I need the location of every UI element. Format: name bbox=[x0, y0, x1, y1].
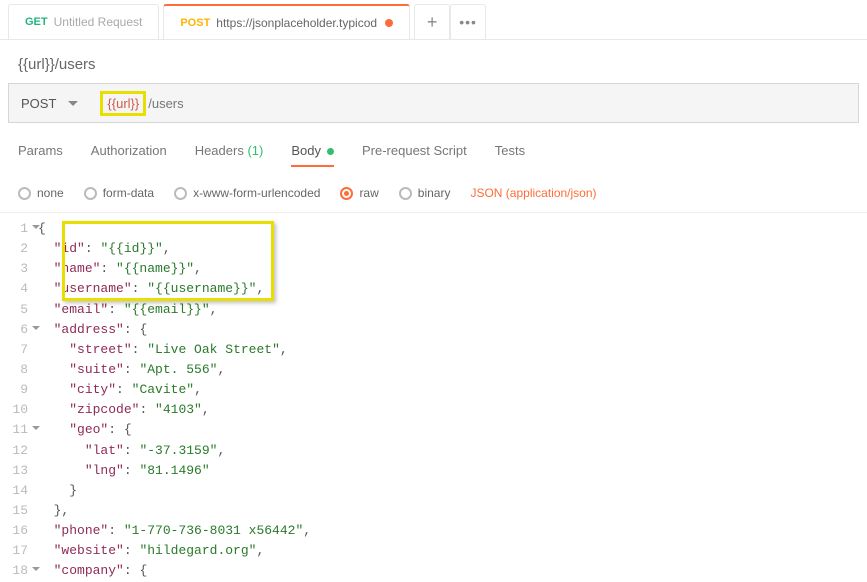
fold-toggle-icon[interactable] bbox=[32, 225, 40, 233]
unsaved-dot-icon bbox=[385, 19, 393, 27]
url-variable-highlight: {{url}} bbox=[100, 91, 146, 116]
code-content: "suite": "Apt. 556", bbox=[38, 360, 867, 380]
content-type-dropdown[interactable]: JSON (application/json) bbox=[470, 186, 596, 200]
line-number: 14 bbox=[0, 481, 38, 501]
code-content: "lat": "-37.3159", bbox=[38, 441, 867, 461]
fold-toggle-icon[interactable] bbox=[32, 426, 40, 434]
code-content: "website": "hildegard.org", bbox=[38, 541, 867, 561]
body-editor[interactable]: 1{2 "id": "{{id}}",3 "name": "{{name}}",… bbox=[0, 213, 867, 582]
line-number: 8 bbox=[0, 360, 38, 380]
editor-line[interactable]: 11 "geo": { bbox=[0, 420, 867, 440]
editor-line[interactable]: 17 "website": "hildegard.org", bbox=[0, 541, 867, 561]
method-badge-get: GET bbox=[25, 16, 48, 28]
tab-prerequest[interactable]: Pre-request Script bbox=[362, 143, 467, 166]
code-content: "company": { bbox=[38, 561, 867, 581]
line-number: 15 bbox=[0, 501, 38, 521]
radio-icon bbox=[84, 187, 97, 200]
radio-icon bbox=[18, 187, 31, 200]
url-input[interactable]: {{url}} /users bbox=[90, 84, 858, 122]
radio-icon bbox=[174, 187, 187, 200]
body-active-dot-icon bbox=[327, 148, 334, 155]
request-name: {{url}}/users bbox=[0, 40, 867, 83]
code-content: "email": "{{email}}", bbox=[38, 300, 867, 320]
editor-line[interactable]: 6 "address": { bbox=[0, 320, 867, 340]
body-type-binary[interactable]: binary bbox=[399, 186, 451, 200]
line-number: 5 bbox=[0, 300, 38, 320]
code-content: "lng": "81.1496" bbox=[38, 461, 867, 481]
code-content: "street": "Live Oak Street", bbox=[38, 340, 867, 360]
body-type-urlencoded[interactable]: x-www-form-urlencoded bbox=[174, 186, 320, 200]
fold-toggle-icon[interactable] bbox=[32, 567, 40, 575]
editor-line[interactable]: 13 "lng": "81.1496" bbox=[0, 461, 867, 481]
code-content: "geo": { bbox=[38, 420, 867, 440]
code-content: "id": "{{id}}", bbox=[38, 239, 867, 259]
line-number: 2 bbox=[0, 239, 38, 259]
request-section-tabs: Params Authorization Headers (1) Body Pr… bbox=[0, 143, 867, 176]
radio-icon bbox=[399, 187, 412, 200]
tab-headers[interactable]: Headers (1) bbox=[195, 143, 264, 166]
line-number: 12 bbox=[0, 441, 38, 461]
code-content: "name": "{{name}}", bbox=[38, 259, 867, 279]
tab-post-jsonplaceholder[interactable]: POST https://jsonplaceholder.typicod bbox=[163, 4, 410, 39]
tab-tests[interactable]: Tests bbox=[495, 143, 525, 166]
editor-line[interactable]: 14 } bbox=[0, 481, 867, 501]
tab-body[interactable]: Body bbox=[291, 143, 334, 166]
fold-toggle-icon[interactable] bbox=[32, 326, 40, 334]
tab-overflow-button[interactable]: ••• bbox=[450, 4, 486, 39]
line-number: 18 bbox=[0, 561, 38, 581]
body-type-raw[interactable]: raw bbox=[340, 186, 378, 200]
editor-line[interactable]: 7 "street": "Live Oak Street", bbox=[0, 340, 867, 360]
line-number: 16 bbox=[0, 521, 38, 541]
body-type-form-data[interactable]: form-data bbox=[84, 186, 154, 200]
tab-get-untitled[interactable]: GET Untitled Request bbox=[8, 4, 159, 39]
line-number: 10 bbox=[0, 400, 38, 420]
method-select[interactable]: POST bbox=[9, 84, 90, 122]
line-number: 6 bbox=[0, 320, 38, 340]
radio-icon bbox=[340, 187, 353, 200]
editor-line[interactable]: 12 "lat": "-37.3159", bbox=[0, 441, 867, 461]
code-content: "address": { bbox=[38, 320, 867, 340]
url-bar: POST {{url}} /users bbox=[8, 83, 859, 123]
editor-line[interactable]: 2 "id": "{{id}}", bbox=[0, 239, 867, 259]
plus-icon: + bbox=[427, 12, 438, 33]
url-path: /users bbox=[148, 96, 183, 111]
line-number: 17 bbox=[0, 541, 38, 561]
method-badge-post: POST bbox=[180, 17, 210, 29]
editor-line[interactable]: 9 "city": "Cavite", bbox=[0, 380, 867, 400]
code-content: "zipcode": "4103", bbox=[38, 400, 867, 420]
more-icon: ••• bbox=[459, 14, 477, 30]
editor-line[interactable]: 18 "company": { bbox=[0, 561, 867, 581]
editor-line[interactable]: 15 }, bbox=[0, 501, 867, 521]
editor-line[interactable]: 16 "phone": "1-770-736-8031 x56442", bbox=[0, 521, 867, 541]
code-content: "username": "{{username}}", bbox=[38, 279, 867, 299]
code-content: } bbox=[38, 481, 867, 501]
editor-line[interactable]: 10 "zipcode": "4103", bbox=[0, 400, 867, 420]
tab-authorization[interactable]: Authorization bbox=[91, 143, 167, 166]
body-type-none[interactable]: none bbox=[18, 186, 64, 200]
editor-line[interactable]: 3 "name": "{{name}}", bbox=[0, 259, 867, 279]
editor-line[interactable]: 4 "username": "{{username}}", bbox=[0, 279, 867, 299]
code-content: { bbox=[38, 219, 867, 239]
line-number: 4 bbox=[0, 279, 38, 299]
new-tab-button[interactable]: + bbox=[414, 4, 450, 39]
line-number: 11 bbox=[0, 420, 38, 440]
tab-title: Untitled Request bbox=[54, 15, 143, 29]
editor-line[interactable]: 8 "suite": "Apt. 556", bbox=[0, 360, 867, 380]
line-number: 13 bbox=[0, 461, 38, 481]
code-content: "phone": "1-770-736-8031 x56442", bbox=[38, 521, 867, 541]
editor-line[interactable]: 5 "email": "{{email}}", bbox=[0, 300, 867, 320]
tabs-bar: GET Untitled Request POST https://jsonpl… bbox=[0, 0, 867, 40]
editor-line[interactable]: 1{ bbox=[0, 219, 867, 239]
code-content: "city": "Cavite", bbox=[38, 380, 867, 400]
tab-title: https://jsonplaceholder.typicod bbox=[216, 16, 377, 30]
tab-params[interactable]: Params bbox=[18, 143, 63, 166]
code-content: }, bbox=[38, 501, 867, 521]
line-number: 1 bbox=[0, 219, 38, 239]
line-number: 9 bbox=[0, 380, 38, 400]
line-number: 7 bbox=[0, 340, 38, 360]
line-number: 3 bbox=[0, 259, 38, 279]
body-type-row: none form-data x-www-form-urlencoded raw… bbox=[0, 176, 867, 213]
